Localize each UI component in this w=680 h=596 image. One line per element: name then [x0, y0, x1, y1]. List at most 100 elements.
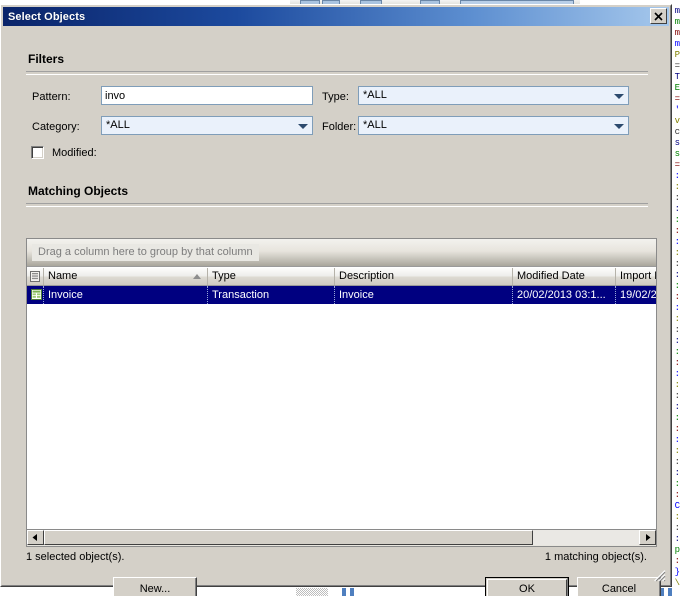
filters-section-title: Filters [28, 52, 65, 66]
background-text-line: p [674, 545, 680, 555]
grid-header-name-label: Name [48, 270, 78, 282]
background-text-line: : [674, 325, 680, 335]
background-text-line: : [674, 534, 680, 544]
select-objects-dialog: Select Objects Filters Pattern: Category… [0, 4, 672, 596]
background-text-line: : [674, 259, 680, 269]
background-text-line: : [674, 413, 680, 423]
background-text-line: v [674, 116, 680, 126]
background-lower-chip [342, 588, 346, 596]
scroll-left-button[interactable] [27, 530, 44, 545]
dialog-titlebar[interactable]: Select Objects [3, 7, 669, 26]
row-indicator-cell [27, 286, 44, 304]
background-text-line: c [674, 127, 680, 137]
background-text-line: : [674, 270, 680, 280]
folder-combobox[interactable]: *ALL [358, 116, 629, 135]
background-text-line: : [674, 204, 680, 214]
dialog-title: Select Objects [8, 10, 86, 23]
type-combobox[interactable]: *ALL [358, 86, 629, 105]
background-text-line: = [674, 94, 680, 104]
background-text-line: m [674, 39, 680, 49]
table-row[interactable]: Invoice Transaction Invoice 20/02/2013 0… [27, 286, 656, 304]
grid-header-import-date[interactable]: Import Da [616, 268, 656, 285]
background-text-line: : [674, 402, 680, 412]
background-text-line: C [674, 501, 680, 511]
background-text-line: : [674, 369, 680, 379]
background-text-line: s [674, 138, 680, 148]
modified-checkbox[interactable] [31, 146, 44, 159]
category-value: *ALL [106, 119, 130, 131]
background-text-line: : [674, 512, 680, 522]
screen: m m m m P = T E = ' v c s s =:::::::::::::::::::::::::… [0, 0, 680, 596]
row-cell-description: Invoice [335, 286, 513, 304]
row-indicator-icon [30, 271, 40, 282]
matching-section-rule [26, 203, 648, 207]
background-text-line: : [674, 226, 680, 236]
ok-button[interactable]: OK [485, 577, 569, 596]
grid-header-type[interactable]: Type [208, 268, 335, 285]
ok-button-label: OK [519, 582, 535, 595]
background-text-line: : [674, 292, 680, 302]
chevron-down-icon [614, 94, 624, 99]
background-text-line: = [674, 61, 680, 71]
background-text-line: : [674, 303, 680, 313]
grid-header-indicator[interactable] [27, 268, 44, 285]
type-label: Type: [322, 91, 349, 103]
group-by-panel[interactable]: Drag a column here to group by that colu… [27, 239, 656, 267]
background-text-line: : [674, 347, 680, 357]
background-text-line: ' [674, 105, 680, 115]
group-by-hint: Drag a column here to group by that colu… [32, 244, 259, 261]
cancel-button-label: Cancel [601, 582, 637, 595]
background-text-line: : [674, 490, 680, 500]
background-text-line: : [674, 171, 680, 181]
background-text-line: : [674, 435, 680, 445]
background-text-line: : [674, 336, 680, 346]
background-text-line: : [674, 281, 680, 291]
folder-value: *ALL [363, 119, 387, 131]
cancel-button[interactable]: Cancel [577, 577, 661, 596]
grid-header-name[interactable]: Name [44, 268, 208, 285]
background-text-line: : [674, 314, 680, 324]
scroll-track[interactable] [44, 530, 639, 545]
filters-section-rule [26, 71, 648, 75]
grid-header-row: Name Type Description Modified Date Impo… [27, 268, 656, 286]
grid-header-modified-date[interactable]: Modified Date [513, 268, 616, 285]
background-lower-chip [668, 588, 672, 596]
background-lower-chip [296, 588, 328, 596]
background-text-line: E [674, 83, 680, 93]
background-text-line: s [674, 149, 680, 159]
scroll-right-button[interactable] [639, 530, 656, 545]
matching-objects-grid[interactable]: Drag a column here to group by that colu… [26, 238, 657, 530]
matching-section-title: Matching Objects [28, 184, 129, 198]
new-button[interactable]: New... [113, 577, 197, 596]
pattern-input[interactable] [101, 86, 313, 105]
row-cell-name: Invoice [44, 286, 208, 304]
arrow-left-icon [32, 534, 37, 541]
new-button-label: New... [139, 582, 171, 595]
resize-grip-icon[interactable] [652, 568, 666, 582]
background-text-line: T [674, 72, 680, 82]
row-cell-import-date: 19/02/2013 [620, 289, 657, 301]
background-text-line: } [674, 567, 680, 577]
background-text-line: m [674, 6, 680, 16]
background-text-line: m [674, 17, 680, 27]
background-text-line: : [674, 380, 680, 390]
category-combobox[interactable]: *ALL [101, 116, 313, 135]
background-text-line: : [674, 358, 680, 368]
grid-horizontal-scrollbar[interactable] [26, 530, 657, 547]
background-text-line: : [674, 391, 680, 401]
chevron-down-icon [614, 124, 624, 129]
pattern-label: Pattern: [32, 91, 71, 103]
grid-header-description[interactable]: Description [335, 268, 513, 285]
category-label: Category: [32, 121, 80, 133]
row-cell-modified-date: 20/02/2013 03:1... [513, 286, 616, 304]
background-text-line: : [674, 182, 680, 192]
scroll-thumb[interactable] [44, 530, 534, 545]
close-x-icon [654, 11, 663, 21]
selected-count-status: 1 selected object(s). [26, 551, 125, 563]
chevron-down-icon [298, 124, 308, 129]
background-text-line: : [674, 523, 680, 533]
close-button[interactable] [650, 8, 667, 24]
background-text-line: : [674, 193, 680, 203]
background-text-line: : [674, 479, 680, 489]
background-text-line: : [674, 424, 680, 434]
